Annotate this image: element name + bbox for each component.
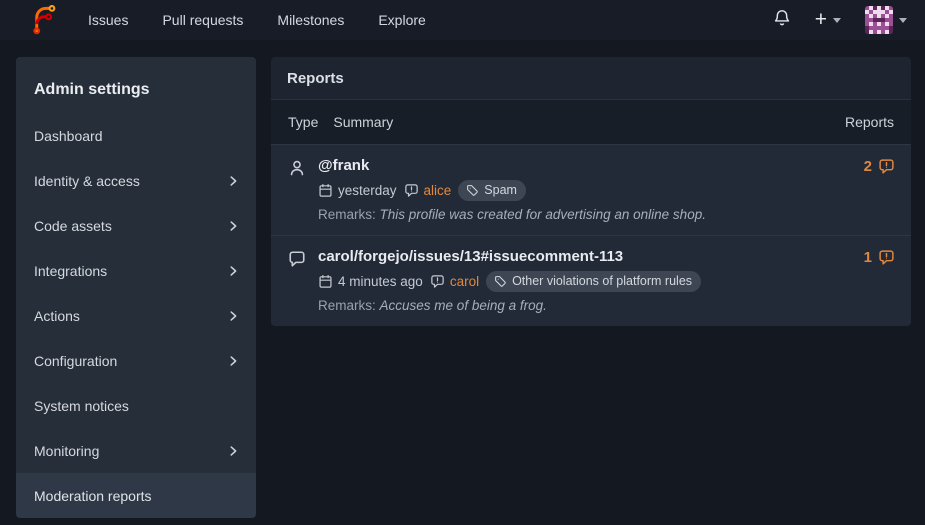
sidebar-item-actions[interactable]: Actions — [16, 293, 256, 338]
top-nav: Issues Pull requests Milestones Explore … — [0, 0, 925, 40]
chevron-right-icon — [226, 354, 240, 368]
calendar-icon — [318, 183, 333, 198]
report-bubble-icon — [404, 183, 419, 198]
category-badge: Spam — [458, 180, 526, 201]
chevron-right-icon — [226, 264, 240, 278]
nav-item-milestones[interactable]: Milestones — [260, 0, 361, 40]
sidebar-item-label: Monitoring — [34, 443, 99, 459]
report-bubble-icon — [878, 249, 895, 266]
report-target-link[interactable]: carol/forgejo/issues/13#issuecomment-113 — [318, 247, 864, 267]
chevron-right-icon — [226, 444, 240, 458]
report-meta: yesterday alice — [318, 180, 864, 201]
report-summary: @frank yesterday — [318, 156, 864, 223]
user-icon — [288, 156, 318, 182]
panel-title-text: Reports — [287, 70, 344, 87]
bell-icon — [773, 9, 791, 32]
sidebar-item-moderation-reports[interactable]: Moderation reports — [16, 473, 256, 518]
tag-icon — [494, 275, 507, 288]
report-count: 1 — [864, 247, 895, 266]
reporter: carol — [430, 274, 479, 289]
reports-panel: Reports Type Summary Reports @frank — [271, 57, 911, 326]
report-row: @frank yesterday — [271, 144, 911, 235]
chevron-right-icon — [226, 219, 240, 233]
sidebar-item-system-notices[interactable]: System notices — [16, 383, 256, 428]
caret-down-icon — [833, 18, 841, 23]
column-header-summary: Summary — [333, 114, 393, 130]
chevron-right-icon — [226, 174, 240, 188]
caret-down-icon — [899, 18, 907, 23]
sidebar-item-monitoring[interactable]: Monitoring — [16, 428, 256, 473]
reporter: alice — [404, 183, 452, 198]
nav-right: + — [773, 6, 907, 34]
avatar-identicon — [865, 6, 893, 34]
sidebar-item-label: Dashboard — [34, 128, 103, 144]
report-count: 2 — [864, 156, 895, 175]
report-target-link[interactable]: @frank — [318, 156, 864, 176]
chevron-right-icon — [226, 309, 240, 323]
report-date: 4 minutes ago — [318, 274, 423, 289]
sidebar-item-integrations[interactable]: Integrations — [16, 248, 256, 293]
report-row: carol/forgejo/issues/13#issuecomment-113… — [271, 235, 911, 326]
sidebar-item-label: Moderation reports — [34, 488, 152, 504]
sidebar-item-label: Configuration — [34, 353, 117, 369]
comment-icon — [288, 247, 318, 273]
report-remarks: Remarks: This profile was created for ad… — [318, 206, 864, 223]
report-meta: 4 minutes ago carol — [318, 271, 864, 292]
plus-icon: + — [815, 11, 827, 29]
sidebar-item-dashboard[interactable]: Dashboard — [16, 113, 256, 158]
sidebar-item-code-assets[interactable]: Code assets — [16, 203, 256, 248]
column-header-reports: Reports — [845, 114, 894, 130]
tag-icon — [466, 184, 479, 197]
create-new-dropdown[interactable]: + — [815, 11, 841, 29]
report-remarks: Remarks: Accuses me of being a frog. — [318, 297, 864, 314]
sidebar-item-label: System notices — [34, 398, 129, 414]
reporter-link[interactable]: alice — [424, 183, 452, 198]
reporter-link[interactable]: carol — [450, 274, 479, 289]
report-date: yesterday — [318, 183, 397, 198]
column-header-type: Type — [288, 114, 318, 130]
reports-table-header: Type Summary Reports — [271, 100, 911, 144]
admin-sidebar: Admin settings Dashboard Identity & acce… — [16, 57, 256, 518]
forgejo-logo[interactable] — [30, 5, 57, 35]
sidebar-title: Admin settings — [16, 57, 256, 113]
calendar-icon — [318, 274, 333, 289]
user-menu[interactable] — [865, 6, 907, 34]
sidebar-item-identity-access[interactable]: Identity & access — [16, 158, 256, 203]
sidebar-item-label: Code assets — [34, 218, 112, 234]
report-bubble-icon — [430, 274, 445, 289]
sidebar-item-label: Actions — [34, 308, 80, 324]
nav-item-pull-requests[interactable]: Pull requests — [145, 0, 260, 40]
page-body: Admin settings Dashboard Identity & acce… — [0, 40, 925, 518]
sidebar-item-configuration[interactable]: Configuration — [16, 338, 256, 383]
nav-item-issues[interactable]: Issues — [71, 0, 145, 40]
category-badge: Other violations of platform rules — [486, 271, 701, 292]
report-bubble-icon — [878, 158, 895, 175]
sidebar-item-label: Integrations — [34, 263, 107, 279]
nav-item-explore[interactable]: Explore — [361, 0, 442, 40]
sidebar-item-label: Identity & access — [34, 173, 140, 189]
report-summary: carol/forgejo/issues/13#issuecomment-113… — [318, 247, 864, 314]
panel-title: Reports — [271, 57, 911, 100]
nav-links: Issues Pull requests Milestones Explore — [71, 0, 443, 40]
notifications-button[interactable] — [773, 9, 791, 32]
